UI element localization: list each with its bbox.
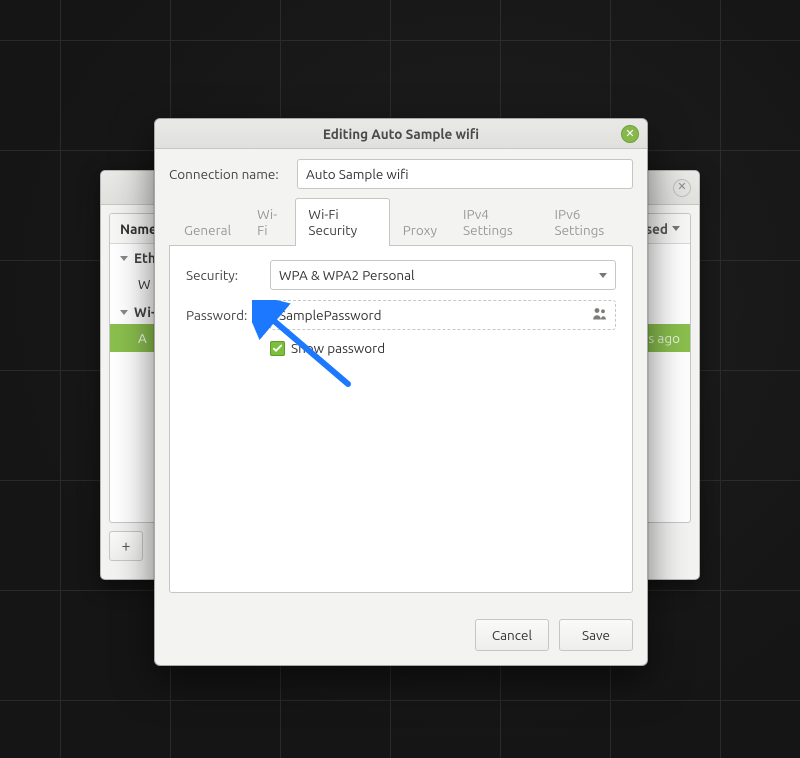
password-input[interactable] [270, 300, 616, 330]
dialog-button-row: Cancel Save [155, 607, 647, 665]
show-password-label: Show password [291, 340, 385, 356]
sort-indicator-icon [672, 226, 680, 231]
dialog-titlebar[interactable]: Editing Auto Sample wifi ✕ [155, 119, 647, 149]
close-icon[interactable]: ✕ [621, 125, 639, 143]
dialog-title: Editing Auto Sample wifi [323, 126, 479, 142]
edit-connection-dialog: Editing Auto Sample wifi ✕ Connection na… [154, 118, 648, 666]
password-storage-icon[interactable] [592, 307, 608, 324]
save-button[interactable]: Save [559, 619, 633, 651]
tab-general[interactable]: General [171, 214, 244, 246]
close-icon[interactable]: ✕ [673, 179, 691, 197]
list-item-name: W [138, 276, 150, 292]
connection-name-row: Connection name: [169, 159, 633, 189]
column-last-used-label: sed [646, 221, 668, 237]
security-select[interactable]: WPA & WPA2 Personal [270, 260, 616, 290]
column-last-used[interactable]: sed [646, 221, 690, 237]
chevron-down-icon [120, 310, 128, 315]
connection-name-input[interactable] [297, 159, 633, 189]
dialog-body: Connection name: General Wi-Fi Wi-Fi Sec… [155, 149, 647, 607]
save-button-label: Save [582, 627, 610, 643]
tab-wifi[interactable]: Wi-Fi [244, 198, 295, 246]
chevron-down-icon [120, 256, 128, 261]
password-label: Password: [186, 307, 260, 323]
list-item-name: A [138, 330, 147, 346]
password-row: Password: [186, 300, 616, 330]
show-password-row: Show password [270, 340, 616, 356]
connection-name-label: Connection name: [169, 166, 287, 182]
tab-ipv6[interactable]: IPv6 Settings [542, 198, 633, 246]
cancel-button[interactable]: Cancel [475, 619, 549, 651]
show-password-checkbox[interactable] [270, 341, 285, 356]
plus-icon: + [121, 537, 130, 555]
tab-panel-wifi-security: Security: WPA & WPA2 Personal Password: [169, 245, 633, 593]
tab-wifi-security[interactable]: Wi-Fi Security [295, 198, 389, 246]
cancel-button-label: Cancel [492, 627, 532, 643]
check-icon [272, 343, 283, 354]
group-wifi-label: Wi- [134, 304, 155, 320]
tab-proxy[interactable]: Proxy [390, 214, 450, 246]
add-connection-button[interactable]: + [109, 531, 143, 561]
tab-strip: General Wi-Fi Wi-Fi Security Proxy IPv4 … [169, 197, 633, 245]
tab-ipv4[interactable]: IPv4 Settings [450, 198, 541, 246]
security-row: Security: WPA & WPA2 Personal [186, 260, 616, 290]
chevron-down-icon [599, 273, 607, 278]
security-value: WPA & WPA2 Personal [279, 267, 415, 283]
security-label: Security: [186, 267, 260, 283]
group-ethernet-label: Eth [134, 250, 156, 266]
